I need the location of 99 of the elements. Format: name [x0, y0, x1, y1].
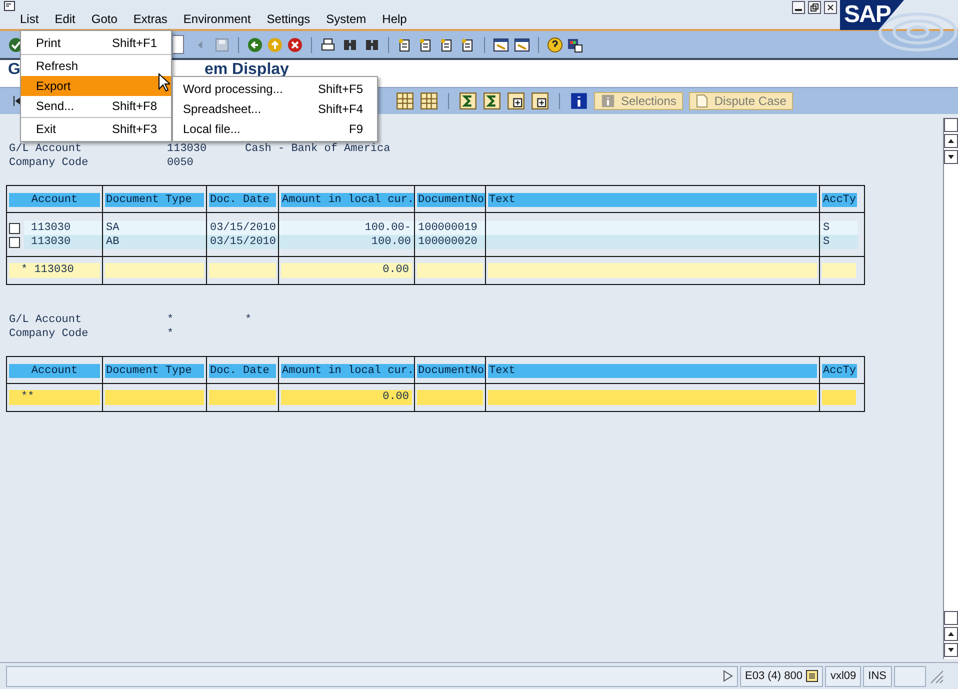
total-cell: * 113030 [9, 263, 100, 278]
menu-item[interactable]: Goto [91, 12, 118, 26]
table-cell: S [820, 235, 858, 249]
field-description: Cash - Bank of America [245, 142, 392, 156]
column-header[interactable]: Text [488, 364, 817, 378]
print-icon[interactable] [320, 36, 336, 52]
menu-item[interactable]: List [20, 12, 39, 26]
column-header[interactable]: Doc. Date [209, 193, 276, 207]
column-header[interactable]: Document Type [105, 193, 204, 207]
restore-icon[interactable] [808, 1, 821, 14]
menu-option[interactable]: Local file... F9 [173, 119, 377, 139]
total-cell [417, 263, 483, 278]
sigma-icon[interactable] [459, 92, 477, 110]
menu-item[interactable]: Help [382, 12, 407, 26]
table-cell: 113030 [24, 221, 102, 235]
scroll-up-icon[interactable] [944, 627, 958, 641]
table-cell: 100.00- [279, 221, 414, 235]
play-icon[interactable] [723, 670, 733, 682]
session-info[interactable]: E03 (4) 800 [740, 666, 824, 686]
table-cell: 100.00 [279, 235, 414, 249]
table-cell: S [820, 221, 858, 235]
menu-option[interactable]: Send... Shift+F8 [21, 96, 171, 116]
info-icon[interactable] [570, 92, 588, 110]
field-label: G/L Account [9, 313, 83, 327]
grid-icon[interactable] [396, 92, 414, 110]
table-cell: 100000019 [415, 221, 485, 235]
column-header[interactable]: Text [488, 193, 817, 207]
field-value: * [167, 313, 175, 327]
column-header[interactable]: Account [9, 193, 100, 207]
table-cell: AB [103, 235, 206, 249]
grid-icon[interactable] [420, 92, 438, 110]
expand-icon[interactable] [507, 92, 525, 110]
back-icon[interactable] [247, 36, 263, 52]
field-description: * [245, 313, 253, 327]
field-label: Company Code [9, 156, 90, 170]
column-header[interactable]: Account [9, 364, 100, 378]
column-header[interactable]: Doc. Date [209, 364, 276, 378]
field-value: * [167, 327, 175, 341]
column-header[interactable]: Amount in local cur. [281, 193, 414, 207]
total-cell [822, 263, 856, 278]
scroll-up-icon[interactable] [944, 134, 958, 148]
info-icon [601, 94, 615, 108]
menu-option[interactable]: Refresh [21, 56, 171, 76]
menu-item[interactable]: Extras [133, 12, 168, 26]
column-header[interactable]: AccTy [822, 193, 858, 207]
total-cell: 0.00 [281, 263, 412, 278]
field-label: G/L Account [9, 142, 83, 156]
status-field [894, 666, 926, 686]
cancel-icon[interactable] [287, 36, 303, 52]
window-icon[interactable] [514, 36, 530, 52]
layout-menu-icon[interactable] [567, 36, 583, 52]
table-cell: 03/15/2010 [207, 221, 278, 235]
window-icon[interactable] [493, 36, 509, 52]
column-header[interactable]: DocumentNo [417, 193, 485, 207]
scroll-down-icon[interactable] [944, 643, 958, 657]
table-cell: 03/15/2010 [207, 235, 278, 249]
menu-item[interactable]: Edit [54, 12, 76, 26]
save-icon[interactable] [214, 36, 230, 52]
screen-title: em Display [204, 61, 289, 79]
menu-item[interactable]: Settings [266, 12, 310, 26]
close-icon[interactable] [824, 1, 837, 14]
menu-item[interactable]: Environment [183, 12, 251, 26]
total-cell [209, 390, 276, 405]
menu-option[interactable]: Spreadsheet... Shift+F4 [173, 99, 377, 119]
menu-option[interactable]: Word processing... Shift+F5 [173, 79, 377, 99]
table-cell: 100000020 [415, 235, 485, 249]
field-value: 113030 [167, 142, 208, 156]
total-cell [209, 263, 276, 278]
table-cell: 113030 [24, 235, 102, 249]
scroll-bottom-button[interactable] [944, 611, 958, 625]
menu-option[interactable]: Exit Shift+F3 [21, 119, 171, 139]
help-icon[interactable] [547, 36, 563, 52]
menu-option[interactable]: Print Shift+F1 [21, 33, 171, 53]
menu-item[interactable]: System [326, 12, 366, 26]
row-checkbox[interactable] [9, 236, 20, 248]
scroll-down-icon[interactable] [944, 150, 958, 164]
column-header[interactable]: DocumentNo [417, 364, 485, 378]
total-cell: 0.00 [281, 390, 412, 405]
column-header[interactable]: Amount in local cur. [281, 364, 414, 378]
menu-option[interactable]: Export [21, 76, 171, 96]
total-cell: ** [9, 390, 100, 405]
minimize-icon[interactable] [792, 1, 805, 14]
window-menu-icon[interactable] [4, 1, 16, 12]
scrollbar[interactable] [943, 118, 958, 659]
mode-field[interactable]: INS [863, 666, 892, 686]
command-field[interactable] [173, 35, 184, 54]
field-value: 0050 [167, 156, 194, 170]
field-label: Company Code [9, 327, 90, 341]
column-header[interactable]: Document Type [105, 364, 204, 378]
total-cell [822, 390, 856, 405]
total-cell [417, 390, 483, 405]
list-icon[interactable] [806, 670, 818, 682]
server-field: vxl09 [825, 666, 862, 686]
column-header[interactable]: AccTy [822, 364, 858, 378]
table-cell: SA [103, 221, 206, 235]
document-icon [696, 94, 708, 108]
row-checkbox[interactable] [9, 222, 20, 234]
scroll-top-button[interactable] [944, 118, 958, 132]
screen-title: G [8, 61, 20, 79]
